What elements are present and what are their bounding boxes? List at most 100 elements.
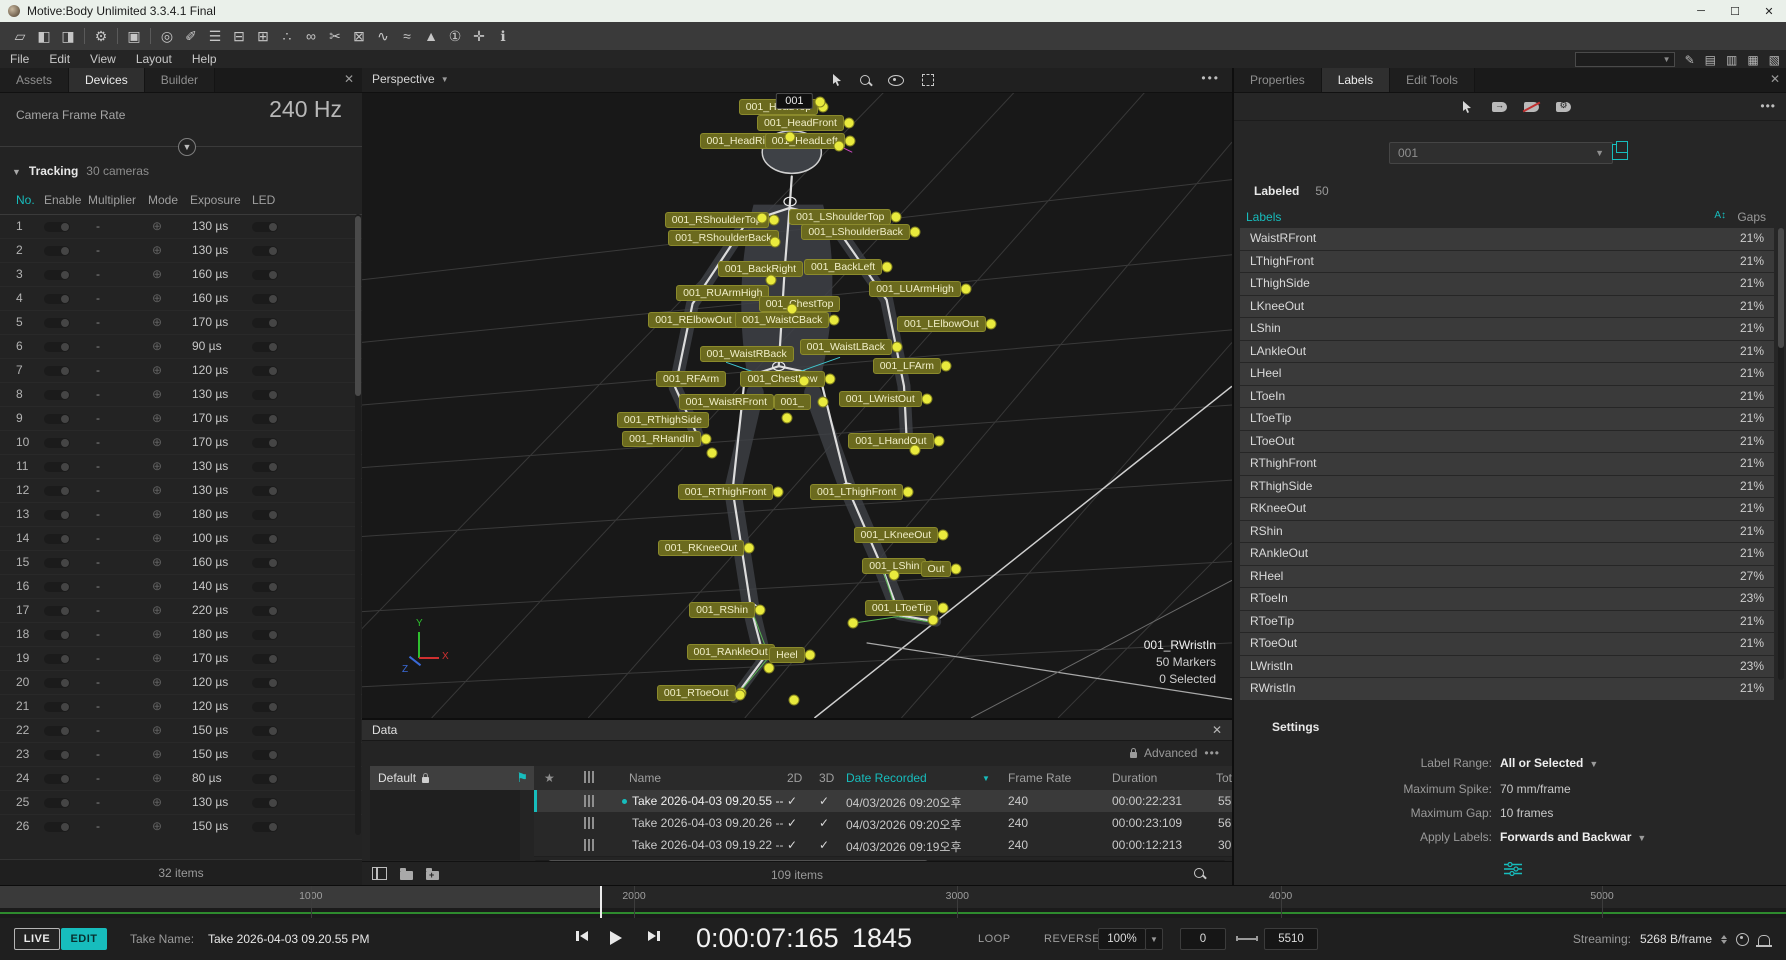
zoom-icon[interactable] [860, 75, 870, 85]
layers-icon[interactable]: ☰ [203, 22, 227, 50]
setting-value[interactable]: 10 frames [1500, 806, 1553, 820]
enable-toggle[interactable] [44, 582, 70, 592]
timeline-ruler[interactable]: 10002000300040005000 [0, 886, 1786, 908]
camera-row[interactable]: 20-⊕120 µs [0, 671, 362, 695]
tab-edit-tools[interactable]: Edit Tools [1390, 68, 1475, 92]
maximize-icon[interactable]: ☐ [1718, 0, 1752, 22]
marker-dot[interactable] [938, 529, 949, 540]
column-name[interactable]: Name [629, 771, 661, 785]
column-2d[interactable]: 2D [787, 771, 802, 785]
marker-dot[interactable] [892, 342, 903, 353]
notifications-bell-icon[interactable] [1758, 935, 1770, 945]
marker-dot[interactable] [824, 373, 835, 384]
led-toggle[interactable] [252, 510, 278, 520]
camera-row[interactable]: 3-⊕160 µs [0, 263, 362, 287]
led-toggle[interactable] [252, 702, 278, 712]
menu-layout[interactable]: Layout [126, 52, 182, 66]
marker-dot[interactable] [755, 604, 766, 615]
enable-toggle[interactable] [44, 510, 70, 520]
mode-icon[interactable]: ⊕ [152, 603, 162, 617]
window-layout-icon[interactable]: ▣ [122, 22, 146, 50]
stepper-icons[interactable] [1721, 935, 1727, 944]
label-row[interactable]: RToeOut21% [1240, 633, 1774, 656]
camera-row[interactable]: 14-⊕100 µs [0, 527, 362, 551]
marker-dot[interactable] [818, 397, 829, 408]
enable-toggle[interactable] [44, 222, 70, 232]
save-icon[interactable]: ◧ [32, 22, 56, 50]
led-toggle[interactable] [252, 270, 278, 280]
marker-dot[interactable] [757, 213, 768, 224]
enable-toggle[interactable] [44, 654, 70, 664]
marker-label[interactable]: 001_WaistCBack [735, 312, 829, 328]
camera-row[interactable]: 25-⊕130 µs [0, 791, 362, 815]
led-toggle[interactable] [252, 486, 278, 496]
marker-label[interactable]: 001_BackLeft [804, 259, 882, 275]
label-row[interactable]: RKneeOut21% [1240, 498, 1774, 521]
marker-label[interactable]: 001_LThighFront [810, 484, 903, 500]
marker-label[interactable]: 001_WaistRBack [700, 346, 794, 362]
advanced-toggle[interactable]: Advanced ••• [1130, 746, 1220, 760]
led-toggle[interactable] [252, 222, 278, 232]
marker-label[interactable]: 001_LKneeOut [854, 527, 939, 543]
take-row[interactable]: Take 2026-04-03 09.20.26 --✓✓04/03/2026 … [534, 812, 1232, 835]
enable-toggle[interactable] [44, 270, 70, 280]
marker-dot[interactable] [814, 97, 825, 108]
timeline-track[interactable] [0, 908, 1786, 918]
label-row[interactable]: RAnkleOut21% [1240, 543, 1774, 566]
enable-toggle[interactable] [44, 606, 70, 616]
tab-properties[interactable]: Properties [1234, 68, 1322, 92]
label-row[interactable]: RThighFront21% [1240, 453, 1774, 476]
camera-row[interactable]: 10-⊕170 µs [0, 431, 362, 455]
camera-frame-rate-value[interactable]: 240 Hz [269, 96, 342, 123]
select-cursor-icon[interactable] [1462, 101, 1472, 113]
camera-icon[interactable]: ◎ [155, 22, 179, 50]
live-mode-button[interactable]: LIVE [14, 928, 60, 950]
layout-edit-icon[interactable]: ✎ [1685, 53, 1695, 67]
mode-icon[interactable]: ⊕ [152, 627, 162, 641]
label-row[interactable]: LThighSide21% [1240, 273, 1774, 296]
camera-row[interactable]: 15-⊕160 µs [0, 551, 362, 575]
trajectory-2-icon[interactable]: ≈ [395, 22, 419, 50]
marker-dot[interactable] [829, 314, 840, 325]
enable-toggle[interactable] [44, 534, 70, 544]
assign-label-tag-icon[interactable]: → [1492, 102, 1507, 112]
mode-icon[interactable]: ⊕ [152, 411, 162, 425]
column-mode[interactable]: Mode [148, 193, 178, 207]
camera-row[interactable]: 26-⊕150 µs [0, 815, 362, 836]
marker-dot[interactable] [700, 433, 711, 444]
camera-row[interactable]: 22-⊕150 µs [0, 719, 362, 743]
tab-builder[interactable]: Builder [145, 68, 215, 92]
enable-toggle[interactable] [44, 390, 70, 400]
led-toggle[interactable] [252, 438, 278, 448]
enable-toggle[interactable] [44, 294, 70, 304]
mode-icon[interactable]: ⊕ [152, 579, 162, 593]
label-row[interactable]: RThighSide21% [1240, 476, 1774, 499]
column-multiplier[interactable]: Multiplier [88, 193, 136, 207]
marker-label[interactable]: 001_RShin [689, 602, 755, 618]
marker-dot[interactable] [882, 261, 893, 272]
mode-icon[interactable]: ⊕ [152, 555, 162, 569]
session-folder-cell[interactable]: Default ⚑ [370, 766, 536, 790]
enable-toggle[interactable] [44, 726, 70, 736]
marker-dot[interactable] [940, 361, 951, 372]
marker-dot[interactable] [903, 487, 914, 498]
labeling-settings-sliders-icon[interactable] [1504, 862, 1522, 876]
marker-label[interactable]: 001_LShoulderTop [789, 209, 891, 225]
marker-label[interactable]: 001_RKneeOut [658, 540, 744, 556]
mode-icon[interactable]: ⊕ [152, 795, 162, 809]
camera-row[interactable]: 19-⊕170 µs [0, 647, 362, 671]
led-toggle[interactable] [252, 534, 278, 544]
marker-set-dropdown[interactable]: 001 ▼ [1389, 142, 1613, 164]
marker-label[interactable]: 001_LElbowOut [897, 316, 986, 332]
marker-dot[interactable] [770, 237, 781, 248]
led-toggle[interactable] [252, 726, 278, 736]
camera-row[interactable]: 12-⊕130 µs [0, 479, 362, 503]
led-toggle[interactable] [252, 606, 278, 616]
camera-row[interactable]: 8-⊕130 µs [0, 383, 362, 407]
camera-row[interactable]: 23-⊕150 µs [0, 743, 362, 767]
mode-icon[interactable]: ⊕ [152, 675, 162, 689]
loop-button[interactable]: LOOP [978, 933, 1011, 945]
label-row[interactable]: LThighFront21% [1240, 251, 1774, 274]
label-row[interactable]: LToeOut21% [1240, 431, 1774, 454]
enable-toggle[interactable] [44, 414, 70, 424]
